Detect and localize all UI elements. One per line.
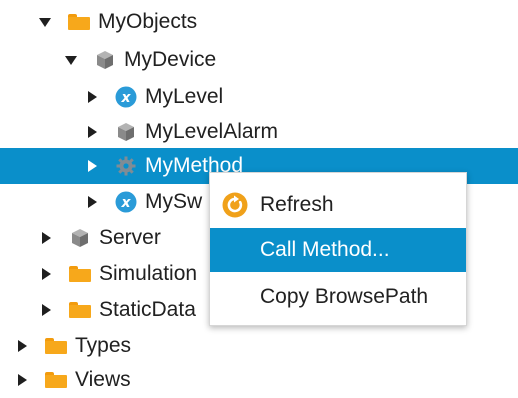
tree-node-label: Types (75, 334, 132, 357)
object-cube-icon (94, 49, 116, 71)
refresh-icon (222, 192, 248, 218)
variable-icon: x (115, 86, 137, 108)
tree-node-mydevice[interactable]: MyDevice (0, 42, 518, 78)
expand-arrow-icon[interactable] (37, 265, 55, 283)
folder-icon (45, 335, 67, 357)
menu-item-label: Refresh (260, 193, 334, 216)
expand-arrow-icon[interactable] (13, 337, 31, 355)
tree-node-label: Simulation (99, 262, 198, 285)
tree-node-label: Server (99, 226, 161, 249)
expand-arrow-icon[interactable] (13, 371, 31, 389)
folder-icon (69, 263, 91, 285)
folder-icon (69, 299, 91, 321)
tree-node-myobjects[interactable]: MyObjects (0, 4, 518, 40)
method-gear-icon (115, 155, 137, 177)
tree-node-label: MyDevice (124, 48, 217, 71)
expand-arrow-icon[interactable] (83, 88, 101, 106)
collapse-arrow-icon[interactable] (62, 51, 80, 69)
menu-item-label: Call Method... (260, 238, 390, 261)
expand-arrow-icon[interactable] (37, 229, 55, 247)
expand-arrow-icon[interactable] (83, 123, 101, 141)
collapse-arrow-icon[interactable] (36, 13, 54, 31)
tree-node-label: Views (75, 368, 131, 391)
tree-node-label: MyLevelAlarm (145, 120, 279, 143)
expand-arrow-icon[interactable] (37, 301, 55, 319)
tree-node-views[interactable]: Views (0, 362, 518, 398)
svg-text:x: x (120, 90, 131, 106)
menu-item-copy-browsepath[interactable]: Copy BrowsePath (210, 275, 466, 319)
context-menu: Refresh Call Method... Copy BrowsePath (209, 172, 467, 326)
tree-node-mylevel[interactable]: x MyLevel (0, 79, 518, 115)
folder-icon (45, 369, 67, 391)
expand-arrow-icon[interactable] (83, 193, 101, 211)
svg-text:x: x (120, 195, 131, 211)
tree-node-label: MySw (145, 190, 203, 213)
menu-item-refresh[interactable]: Refresh (210, 183, 466, 227)
tree-node-types[interactable]: Types (0, 328, 518, 364)
variable-icon: x (115, 191, 137, 213)
tree-node-label: MyLevel (145, 85, 224, 108)
folder-icon (68, 11, 90, 33)
object-cube-icon (69, 227, 91, 249)
menu-item-call-method[interactable]: Call Method... (210, 228, 466, 272)
object-cube-icon (115, 121, 137, 143)
tree-node-label: StaticData (99, 298, 196, 321)
tree-node-mylevelalarm[interactable]: MyLevelAlarm (0, 114, 518, 150)
tree-node-label: MyObjects (98, 10, 198, 33)
menu-item-label: Copy BrowsePath (260, 285, 429, 308)
expand-arrow-icon[interactable] (83, 157, 101, 175)
